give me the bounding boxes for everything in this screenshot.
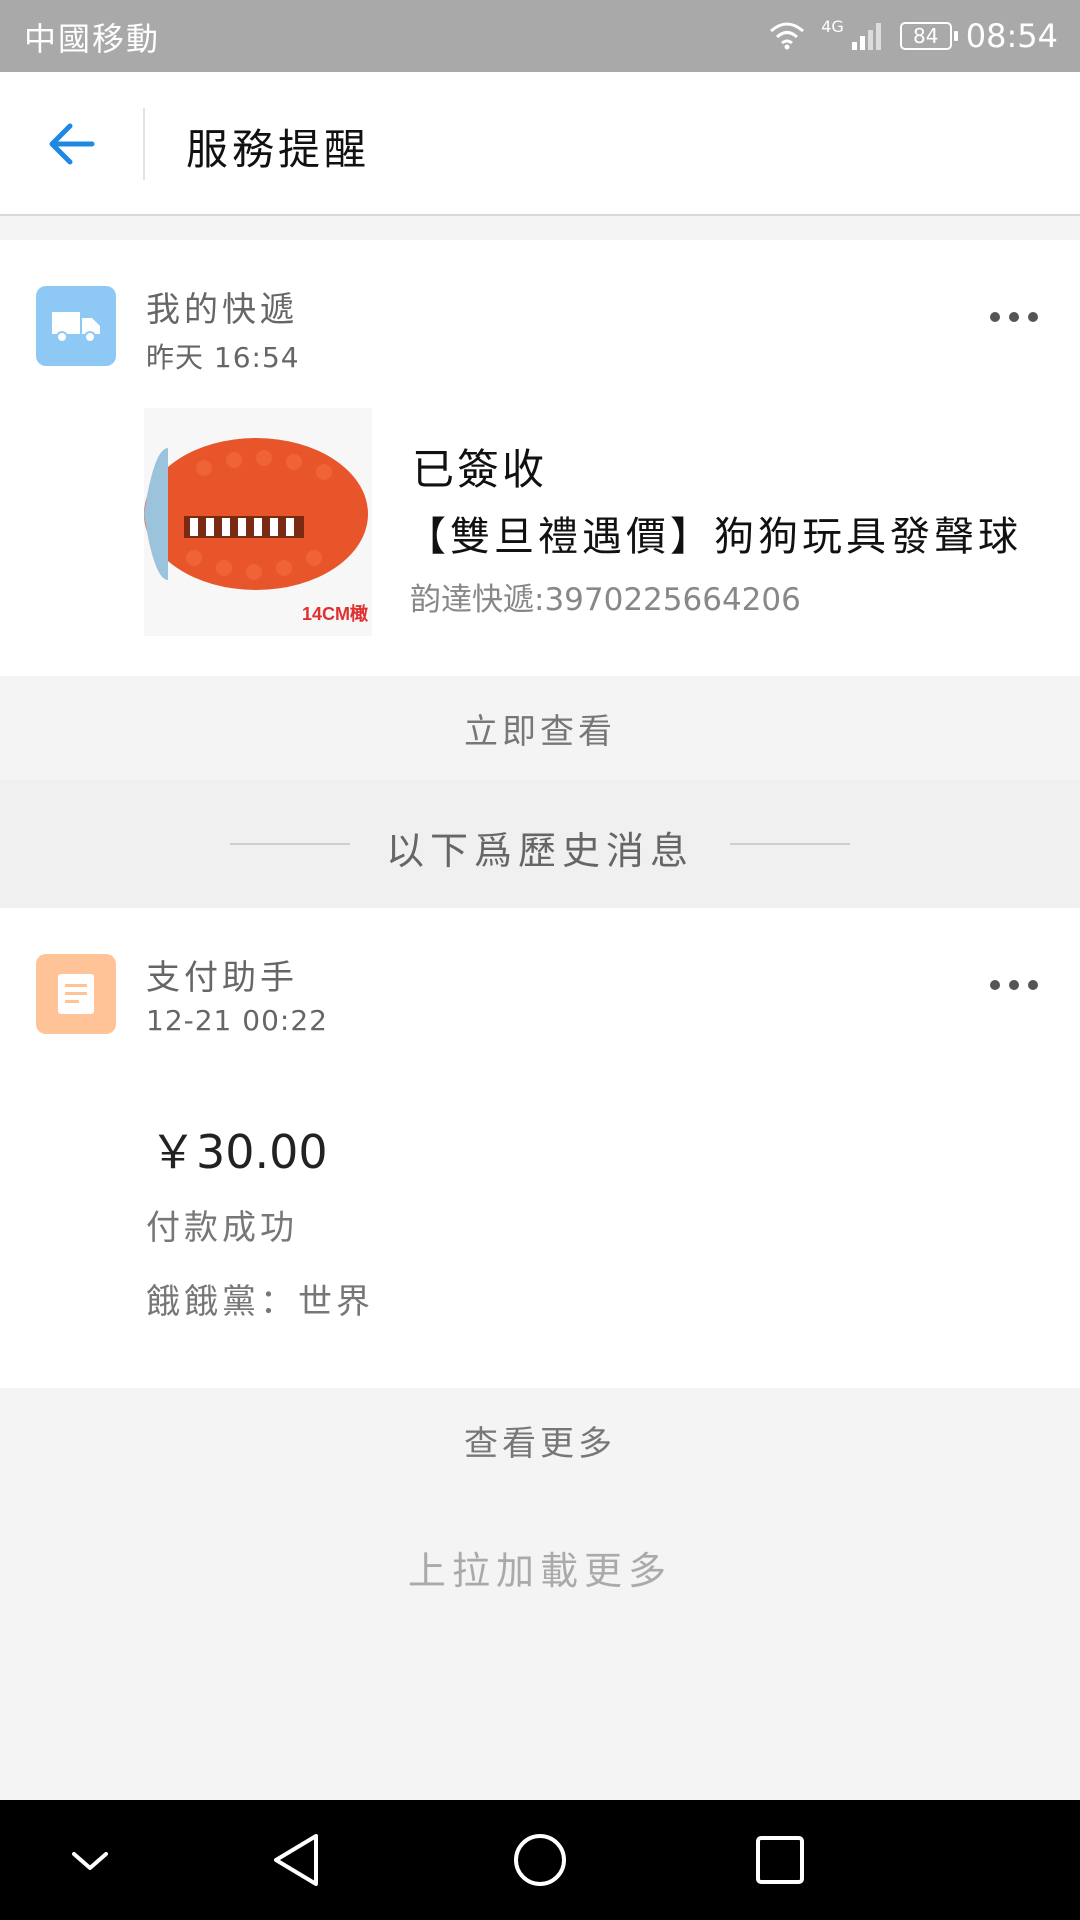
history-separator-text: 以下爲歷史消息 — [385, 829, 694, 873]
clock: 08:54 — [965, 17, 1058, 55]
payment-source-icon — [36, 954, 116, 1034]
chevron-down-icon[interactable] — [50, 1820, 130, 1900]
dot — [1028, 312, 1038, 322]
dot — [1009, 312, 1019, 322]
battery-level: 84 — [913, 24, 939, 48]
delivery-more-button[interactable] — [990, 308, 1038, 326]
app-header: 服務提醒 — [0, 72, 1080, 216]
payment-source-name: 支付助手 — [146, 958, 298, 998]
dot — [990, 312, 1000, 322]
pull-up-load-more: 上拉加載更多 — [407, 1549, 672, 1593]
header-divider — [143, 108, 145, 180]
payment-card[interactable]: 支付助手 12-21 00:22 ￥30.00 付款成功 餓餓黨：世界 — [0, 908, 1080, 1388]
dot — [990, 980, 1000, 990]
delivery-card[interactable]: 我的快遞 昨天 16:54 14CM橄 已簽收 【雙旦禮遇價】狗狗玩具發聲球 韵… — [0, 240, 1080, 676]
delivery-time: 昨天 16:54 — [146, 341, 300, 374]
recents-square-icon[interactable] — [740, 1820, 820, 1900]
status-icons: 4G 84 08:54 — [767, 14, 1058, 58]
truck-icon — [52, 312, 100, 343]
delivery-source-name: 我的快遞 — [146, 290, 298, 330]
separator-line-right — [730, 843, 850, 845]
history-separator: 以下爲歷史消息 — [0, 780, 1080, 908]
view-more-button[interactable]: 查看更多 — [0, 1388, 1080, 1492]
delivery-status: 已簽收 — [412, 445, 548, 494]
payment-time: 12-21 00:22 — [146, 1004, 328, 1037]
delivery-source-icon — [36, 286, 116, 366]
wifi-icon — [770, 22, 805, 50]
home-circle-icon[interactable] — [500, 1820, 580, 1900]
status-bar: 中國移動 4G 84 08:54 — [0, 0, 1080, 72]
product-thumbnail[interactable]: 14CM橄 — [144, 408, 372, 636]
view-now-button[interactable]: 立即查看 — [0, 676, 1080, 780]
thumbnail-caption: 14CM橄 — [302, 603, 369, 624]
document-icon — [58, 974, 94, 1014]
tracking-number: 韵達快遞:3970225664206 — [410, 582, 801, 618]
battery-icon: 84 — [899, 22, 958, 50]
carrier-name: 中國移動 — [24, 20, 161, 58]
system-nav-bar — [0, 1800, 1080, 1920]
delivery-item-name: 【雙旦禮遇價】狗狗玩具發聲球 — [406, 514, 1022, 560]
payment-more-button[interactable] — [990, 976, 1038, 994]
dot — [1028, 980, 1038, 990]
back-arrow-icon[interactable] — [44, 116, 100, 172]
network-type: 4G — [821, 16, 844, 36]
back-triangle-icon[interactable] — [260, 1820, 340, 1900]
football-toy-image: 14CM橄 — [144, 408, 372, 636]
page-title: 服務提醒 — [186, 125, 371, 174]
signal-icon — [851, 23, 881, 50]
payment-status: 付款成功 — [146, 1208, 298, 1248]
payment-amount: ￥30.00 — [150, 1125, 328, 1179]
dot — [1009, 980, 1019, 990]
payment-merchant: 餓餓黨：世界 — [146, 1282, 374, 1322]
